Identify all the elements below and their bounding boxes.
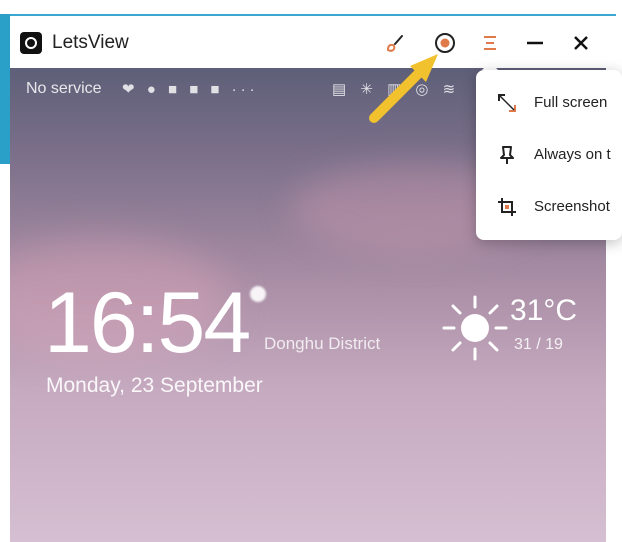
moon-dot	[250, 286, 266, 302]
menu-caret	[482, 62, 498, 70]
title-bar: LetsView	[10, 14, 616, 68]
menu-icon	[484, 36, 496, 50]
crop-icon	[498, 198, 516, 216]
minimize-button[interactable]	[520, 28, 550, 58]
close-button[interactable]	[566, 28, 596, 58]
left-edge-strip	[0, 14, 10, 164]
location-text: Donghu District	[264, 334, 381, 353]
minimize-icon	[527, 41, 543, 45]
menu-item-full-screen[interactable]: Full screen	[476, 78, 622, 128]
temperature: 31°C	[510, 294, 578, 327]
fullscreen-icon	[498, 94, 516, 112]
annotation-arrow-icon	[369, 54, 438, 123]
menu-item-screenshot[interactable]: Screenshot	[476, 182, 622, 232]
sun-icon	[442, 295, 508, 361]
clock-time: 16:54	[44, 275, 251, 371]
pin-icon	[500, 146, 514, 164]
menu-item-always-on-top[interactable]: Always on t	[476, 130, 622, 180]
status-icons: ❤ ● ■ ■ ■ ···	[122, 81, 259, 98]
app-logo-icon	[20, 32, 42, 54]
menu-item-label: Screenshot	[534, 198, 610, 215]
temperature-range: 31 / 19	[514, 336, 563, 353]
status-text: No service	[26, 80, 102, 97]
menu-item-label: Always on t	[534, 146, 611, 163]
menu-button[interactable]	[475, 28, 505, 58]
menu-item-label: Full screen	[534, 94, 608, 111]
close-icon	[574, 36, 588, 50]
window-title: LetsView	[52, 32, 129, 53]
dropdown-menu: Full screen Always on t Screenshot	[476, 70, 622, 240]
date-text: Monday, 23 September	[46, 374, 263, 397]
